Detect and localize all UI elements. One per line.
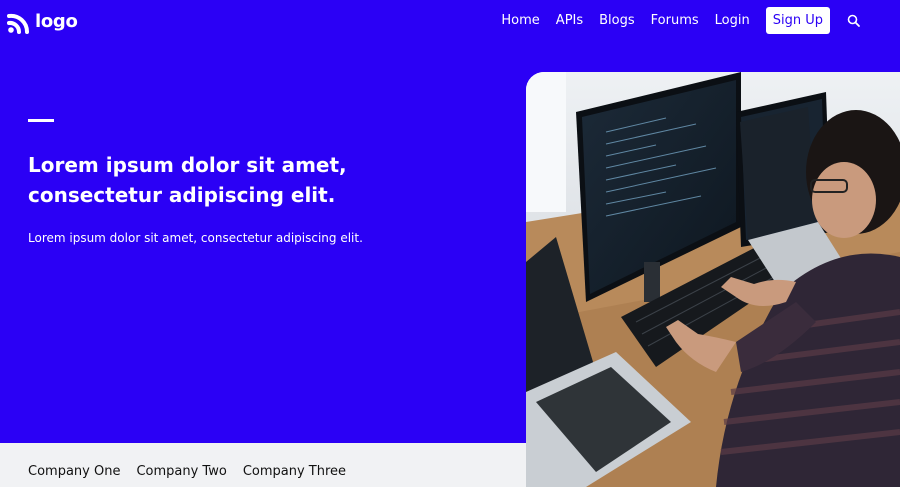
company-name: Company Two [136,464,227,479]
main-nav: Home APIs Blogs Forums Login Sign Up [501,7,862,34]
nav-blogs[interactable]: Blogs [599,13,635,28]
developer-workspace-image [526,72,900,487]
logo-text: logo [35,10,78,32]
nav-forums[interactable]: Forums [651,13,699,28]
hero-title: Lorem ipsum dolor sit amet, consectetur … [28,153,347,207]
signup-button[interactable]: Sign Up [765,7,830,34]
search-icon[interactable] [846,13,862,29]
logo[interactable]: logo [7,8,78,34]
company-name: Company One [28,464,121,479]
nav-home[interactable]: Home [501,13,539,28]
hero-photo [526,72,900,487]
top-navigation: logo Home APIs Blogs Forums Login Sign U… [0,0,900,60]
hero-section: Lorem ipsum dolor sit amet, consectetur … [0,60,520,440]
company-list: Company One Company Two Company Three [28,464,346,479]
hero-accent-bar [28,119,54,122]
logo-icon [7,13,29,34]
nav-login[interactable]: Login [715,13,750,28]
company-name: Company Three [242,464,347,479]
nav-apis[interactable]: APIs [556,13,583,28]
hero-subtitle: Lorem ipsum dolor sit amet, consectetur … [28,231,363,245]
